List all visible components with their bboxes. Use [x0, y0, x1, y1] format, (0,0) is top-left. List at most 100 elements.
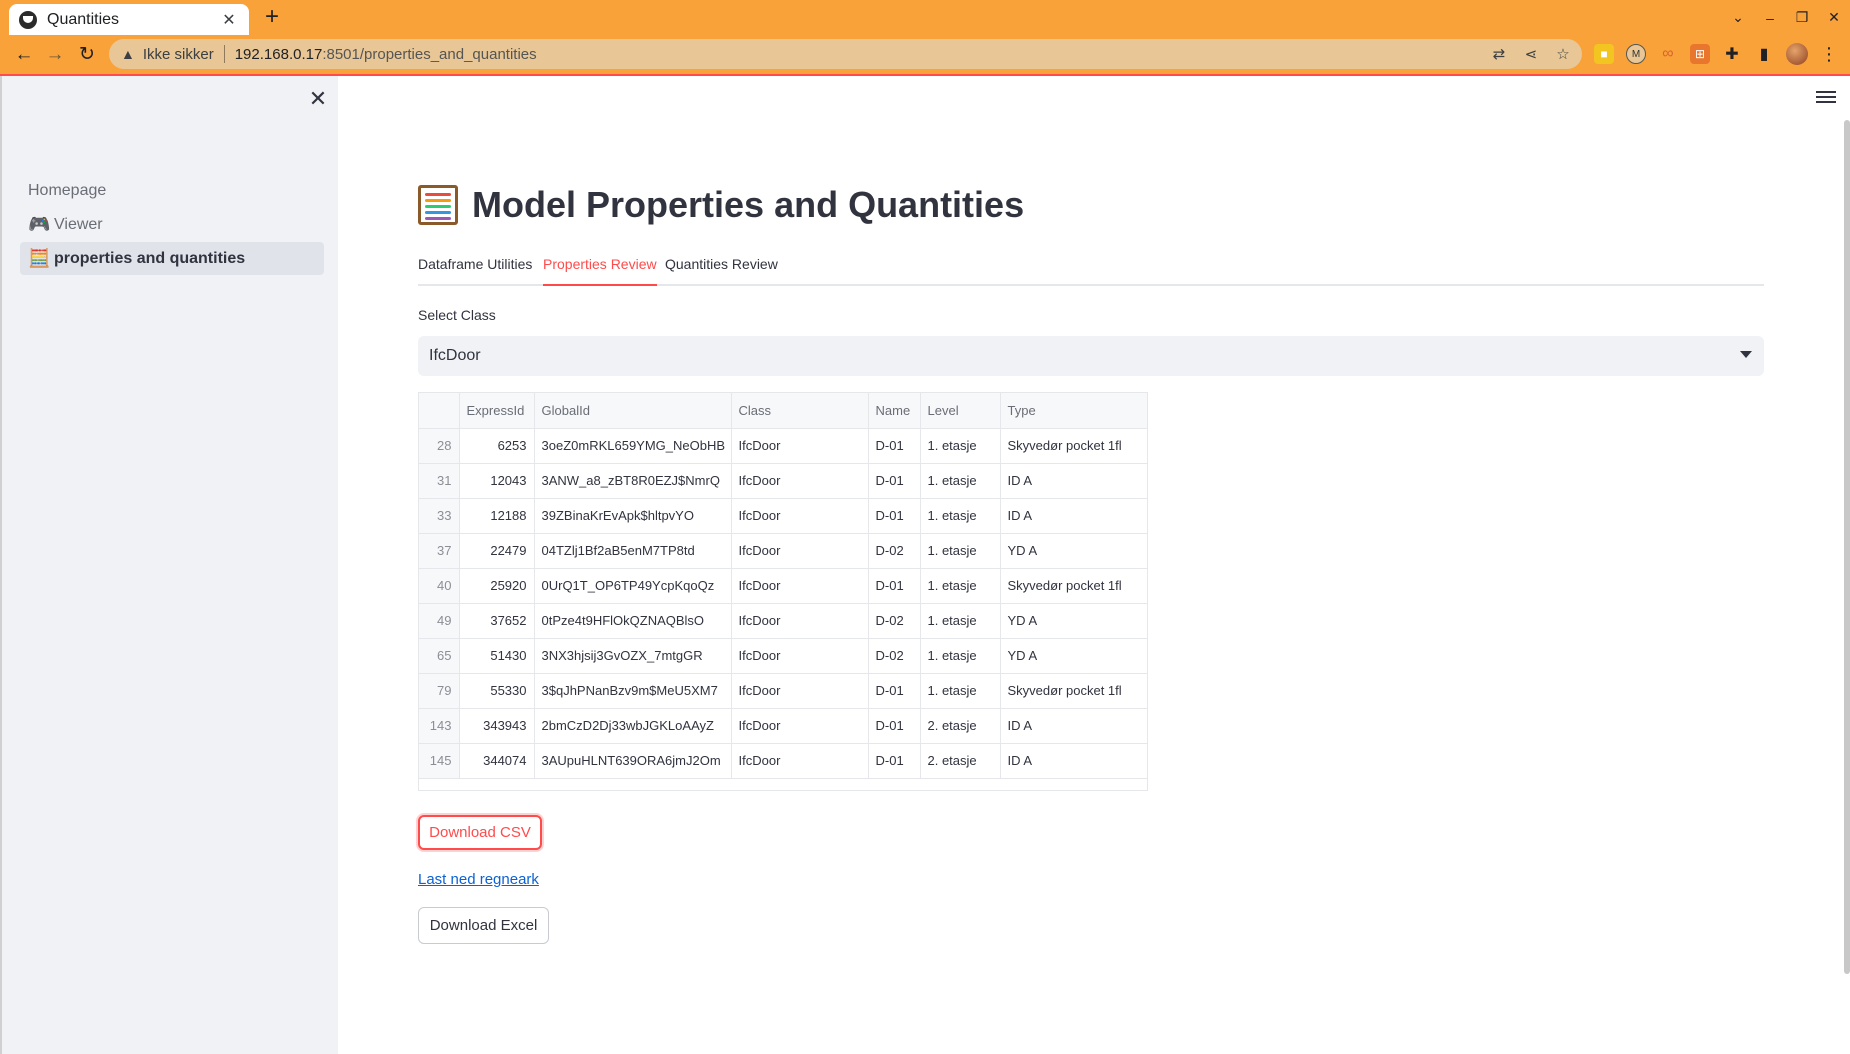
name-cell[interactable]: D-02 — [868, 533, 921, 569]
new-tab-icon[interactable]: + — [262, 3, 282, 31]
globalid-cell[interactable]: 39ZBinaKrEvApk$hltpvYO — [534, 498, 732, 534]
table-row[interactable]: 40 25920 0UrQ1T_OP6TP49YcpKqoQz IfcDoor D-01… — [419, 568, 1147, 604]
type-cell[interactable]: ID A — [1000, 463, 1147, 499]
sidebar-item-properties-and-quantities[interactable]: 🧮 properties and quantities — [20, 242, 324, 275]
globalid-cell[interactable]: 2bmCzD2Dj33wbJGKLoAAyZ — [534, 708, 732, 744]
chevron-down-icon[interactable] — [1740, 351, 1752, 358]
class-cell[interactable]: IfcDoor — [731, 428, 869, 464]
table-row[interactable]: 145 344074 3AUpuHLNT639ORA6jmJ2Om IfcDoor D-… — [419, 743, 1147, 779]
security-label[interactable]: Ikke sikker — [143, 46, 214, 63]
name-cell[interactable]: D-01 — [868, 498, 921, 534]
expressid-cell[interactable]: 51430 — [459, 638, 535, 674]
warning-icon[interactable]: ▲ — [121, 46, 135, 62]
class-cell[interactable]: IfcDoor — [731, 743, 869, 779]
row-index[interactable]: 37 — [419, 533, 460, 569]
select-class-dropdown[interactable]: IfcDoor — [418, 336, 1764, 376]
level-cell[interactable]: 1. etasje — [920, 463, 1001, 499]
name-cell[interactable]: D-01 — [868, 708, 921, 744]
type-cell[interactable]: YD A — [1000, 638, 1147, 674]
properties-table[interactable]: ExpressId GlobalId Class Name Level Type… — [418, 392, 1148, 791]
name-cell[interactable]: D-02 — [868, 603, 921, 639]
globalid-cell[interactable]: 3$qJhPNanBzv9m$MeU5XM7 — [534, 673, 732, 709]
table-row[interactable]: 49 37652 0tPze4t9HFlOkQZNAQBlsO IfcDoor D-02… — [419, 603, 1147, 639]
name-cell[interactable]: D-01 — [868, 428, 921, 464]
main-scrollbar[interactable] — [1844, 120, 1850, 974]
class-cell[interactable]: IfcDoor — [731, 533, 869, 569]
share-icon[interactable]: ⋖ — [1522, 45, 1540, 63]
column-header-expressid[interactable]: ExpressId — [459, 393, 535, 429]
class-cell[interactable]: IfcDoor — [731, 568, 869, 604]
restore-icon[interactable]: ❐ — [1786, 9, 1818, 26]
level-cell[interactable]: 2. etasje — [920, 743, 1001, 779]
expressid-cell[interactable]: 344074 — [459, 743, 535, 779]
class-cell[interactable]: IfcDoor — [731, 673, 869, 709]
row-index[interactable]: 49 — [419, 603, 460, 639]
table-row[interactable]: 143 343943 2bmCzD2Dj33wbJGKLoAAyZ IfcDoor D-… — [419, 708, 1147, 744]
table-row[interactable]: 37 22479 04TZlj1Bf2aB5enM7TP8td IfcDoor D-02… — [419, 533, 1147, 569]
class-cell[interactable]: IfcDoor — [731, 638, 869, 674]
table-row[interactable]: 28 6253 3oeZ0mRKL659YMG_NeObHB IfcDoor D-01 1… — [419, 428, 1147, 464]
row-index[interactable]: 33 — [419, 498, 460, 534]
tab-dataframe-utilities[interactable]: Dataframe Utilities — [418, 256, 532, 284]
tab-quantities-review[interactable]: Quantities Review — [665, 256, 778, 284]
column-header-level[interactable]: Level — [920, 393, 1001, 429]
puzzle-extensions-icon[interactable]: ✚ — [1722, 44, 1742, 64]
extension-yellow-icon[interactable]: ■ — [1594, 44, 1614, 64]
level-cell[interactable]: 2. etasje — [920, 708, 1001, 744]
expressid-cell[interactable]: 12188 — [459, 498, 535, 534]
level-cell[interactable]: 1. etasje — [920, 498, 1001, 534]
level-cell[interactable]: 1. etasje — [920, 568, 1001, 604]
type-cell[interactable]: Skyvedør pocket 1fl — [1000, 428, 1147, 464]
type-cell[interactable]: ID A — [1000, 708, 1147, 744]
row-index[interactable]: 145 — [419, 743, 460, 779]
tab-search-icon[interactable]: ⌄ — [1722, 9, 1754, 26]
translate-icon[interactable]: ⇄ — [1490, 45, 1508, 63]
download-excel-button[interactable]: Download Excel — [418, 907, 549, 944]
type-cell[interactable]: Skyvedør pocket 1fl — [1000, 568, 1147, 604]
index-header[interactable] — [419, 393, 460, 429]
type-cell[interactable]: YD A — [1000, 603, 1147, 639]
row-index[interactable]: 65 — [419, 638, 460, 674]
forward-icon[interactable]: → — [42, 42, 68, 68]
name-cell[interactable]: D-01 — [868, 568, 921, 604]
level-cell[interactable]: 1. etasje — [920, 533, 1001, 569]
expressid-cell[interactable]: 55330 — [459, 673, 535, 709]
expressid-cell[interactable]: 22479 — [459, 533, 535, 569]
globalid-cell[interactable]: 0tPze4t9HFlOkQZNAQBlsO — [534, 603, 732, 639]
bookmark-star-icon[interactable]: ☆ — [1554, 45, 1572, 63]
profile-avatar-icon[interactable] — [1786, 43, 1808, 65]
column-header-name[interactable]: Name — [868, 393, 921, 429]
minimize-icon[interactable]: – — [1754, 10, 1786, 26]
globalid-cell[interactable]: 3oeZ0mRKL659YMG_NeObHB — [534, 428, 732, 464]
sidebar-item-homepage[interactable]: Homepage — [20, 174, 324, 207]
row-index[interactable]: 79 — [419, 673, 460, 709]
table-row[interactable]: 33 12188 39ZBinaKrEvApk$hltpvYO IfcDoor D-01… — [419, 498, 1147, 534]
row-index[interactable]: 40 — [419, 568, 460, 604]
browser-menu-icon[interactable]: ⋮ — [1820, 44, 1838, 65]
back-icon[interactable]: ← — [11, 42, 37, 68]
expressid-cell[interactable]: 343943 — [459, 708, 535, 744]
type-cell[interactable]: YD A — [1000, 533, 1147, 569]
expressid-cell[interactable]: 25920 — [459, 568, 535, 604]
class-cell[interactable]: IfcDoor — [731, 463, 869, 499]
level-cell[interactable]: 1. etasje — [920, 638, 1001, 674]
side-panel-icon[interactable]: ▮ — [1754, 44, 1774, 64]
globalid-cell[interactable]: 3NX3hjsij3GvOZX_7mtgGR — [534, 638, 732, 674]
level-cell[interactable]: 1. etasje — [920, 603, 1001, 639]
column-header-type[interactable]: Type — [1000, 393, 1147, 429]
name-cell[interactable]: D-01 — [868, 743, 921, 779]
reload-icon[interactable]: ↻ — [74, 42, 100, 68]
name-cell[interactable]: D-02 — [868, 638, 921, 674]
sidebar-item-viewer[interactable]: 🎮 Viewer — [20, 208, 324, 241]
globalid-cell[interactable]: 04TZlj1Bf2aB5enM7TP8td — [534, 533, 732, 569]
type-cell[interactable]: ID A — [1000, 743, 1147, 779]
type-cell[interactable]: Skyvedør pocket 1fl — [1000, 673, 1147, 709]
expressid-cell[interactable]: 37652 — [459, 603, 535, 639]
row-index[interactable]: 143 — [419, 708, 460, 744]
expressid-cell[interactable]: 6253 — [459, 428, 535, 464]
main-menu-icon[interactable] — [1816, 88, 1836, 106]
extension-orange-icon[interactable]: ⊞ — [1690, 44, 1710, 64]
url-text[interactable]: 192.168.0.17:8501/properties_and_quantit… — [235, 46, 537, 63]
close-tab-icon[interactable]: ✕ — [219, 10, 239, 30]
table-row[interactable]: 79 55330 3$qJhPNanBzv9m$MeU5XM7 IfcDoor D-01… — [419, 673, 1147, 709]
